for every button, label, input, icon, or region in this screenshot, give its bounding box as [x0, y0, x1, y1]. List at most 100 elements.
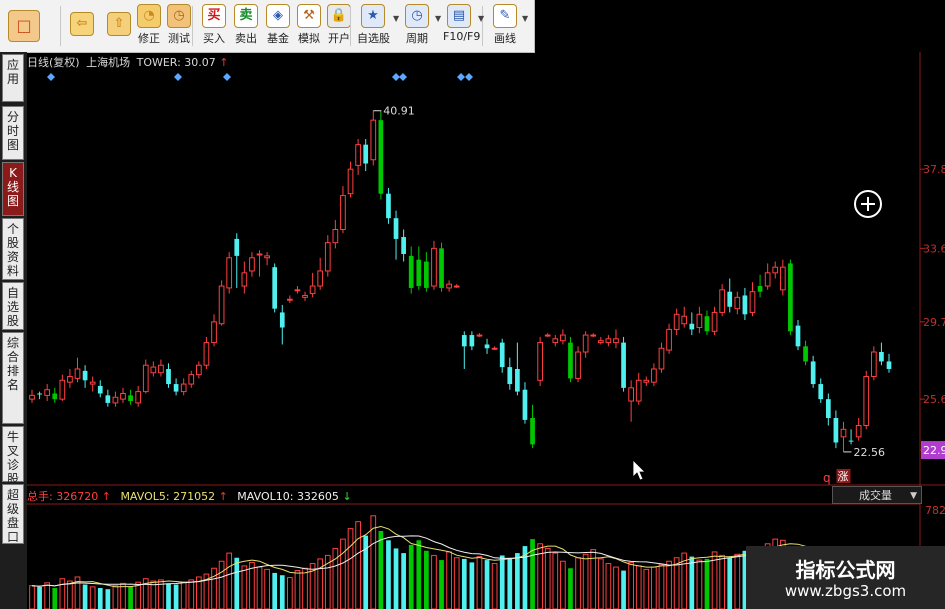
volume-indicator-dropdown[interactable]: 成交量 ▼ [832, 486, 922, 504]
side-tab-label: 牛叉诊股 [6, 430, 19, 486]
volume-bar [544, 547, 551, 609]
candle-body [29, 394, 35, 400]
candle-body [363, 144, 369, 164]
volume-bar [363, 535, 369, 609]
candle-body [779, 266, 786, 291]
watermark: 指标公式网 www.zbgs3.com [746, 546, 945, 609]
volume-bar [89, 586, 96, 609]
price-axis-label: 37.8 [923, 163, 945, 176]
high-price-label: 40.91 [383, 105, 415, 118]
candle-body [453, 285, 460, 288]
toolbar-button-10[interactable]: ★ 自选股 [357, 4, 390, 46]
toolbar-button-12[interactable]: ▤ F10/F9 [443, 4, 480, 43]
candle-body [879, 352, 884, 362]
candle-body [635, 379, 642, 402]
candle-body [582, 334, 589, 353]
candle-body [734, 296, 741, 310]
mavol5-value: 271052 [173, 490, 216, 503]
toolbar-button-label: 周期 [406, 32, 428, 45]
side-tab-1[interactable]: 分时图 [2, 106, 24, 160]
volume-bar [515, 553, 520, 609]
volume-bar [287, 577, 293, 609]
candle-body [203, 342, 210, 366]
side-tab-label: 自选股 [6, 286, 19, 328]
q-marker: q [823, 471, 831, 485]
toolbar-button-13[interactable]: ✎ 画线 [489, 4, 521, 46]
toolbar-button-4[interactable]: ◷ 测试 [163, 4, 195, 46]
volume-bar [52, 588, 58, 609]
candle-body [370, 119, 377, 161]
toolbar-button-3[interactable]: ◔ 修正 [133, 4, 165, 46]
toolbar-button-1[interactable]: ⇦ [66, 4, 98, 38]
volume-bar [173, 584, 179, 609]
candle-body [469, 335, 475, 347]
side-tab-0[interactable]: 应用 [2, 54, 24, 102]
candle-body [74, 368, 81, 379]
candle-body [673, 313, 680, 330]
f10-icon: ▤ [447, 4, 471, 28]
mouse-cursor-icon [632, 459, 646, 481]
toolbar-button-label: 自选股 [357, 32, 390, 45]
toolbar-button-2[interactable]: ⇧ [103, 4, 135, 38]
volume-bar [249, 561, 255, 609]
volume-bar [128, 586, 133, 609]
candle-body [658, 347, 665, 370]
watermark-url: www.zbgs3.com [784, 582, 907, 600]
toolbar-button-5[interactable]: 买买入 [198, 4, 230, 46]
volume-bar [378, 530, 384, 609]
side-tab-label: 分时图 [6, 110, 19, 152]
back-arrow-icon: ⇦ [70, 12, 94, 36]
toolbar-button-7[interactable]: ◈ 基金 [262, 4, 294, 46]
candle-body [431, 247, 437, 287]
candle-body [825, 399, 831, 418]
volume-bar [166, 583, 171, 609]
candle-body [408, 255, 414, 288]
candle-body [166, 368, 171, 385]
candle-body [112, 396, 119, 404]
up-marker: 涨 [837, 470, 848, 483]
candle-body [294, 289, 301, 292]
chevron-down-icon[interactable]: ▼ [435, 14, 441, 23]
chevron-down-icon[interactable]: ▼ [478, 14, 484, 23]
mavol5-label: MAVOL5: [120, 490, 170, 503]
signal-diamond-icon [223, 73, 231, 81]
toolbar-button-6[interactable]: 卖卖出 [230, 4, 262, 46]
toolbar-button-11[interactable]: ◷ 周期 [401, 4, 433, 46]
volume-bar [302, 567, 308, 609]
period-icon: ◷ [405, 4, 429, 28]
candle-body [150, 366, 157, 374]
volume-bar [279, 575, 285, 609]
volume-bar [97, 588, 103, 609]
side-tab-3[interactable]: 个股资料 [2, 218, 24, 280]
candle-body [173, 384, 179, 392]
volume-bar [582, 553, 589, 609]
period-label[interactable]: 日线(复权) [27, 56, 80, 69]
side-tab-6[interactable]: 牛叉诊股 [2, 426, 24, 486]
pen-icon: ✎ [493, 4, 517, 28]
side-tab-2[interactable]: K线图 [2, 162, 24, 216]
stock-chart[interactable]: 37.8 33.6 29.7 25.6 22.9 40.91 22.56 涨q 782 [27, 52, 945, 609]
volume-bar [211, 567, 217, 609]
toolbar-separator [60, 6, 61, 46]
chevron-down-icon[interactable]: ▼ [522, 14, 528, 23]
side-tab-7[interactable]: 超级盘口 [2, 484, 24, 544]
chevron-down-icon[interactable]: ▼ [393, 14, 399, 23]
toolbar-button-8[interactable]: ⚒ 模拟 [293, 4, 325, 46]
price-axis-label: 22.9 [923, 444, 945, 457]
candle-body [302, 294, 308, 298]
lock-icon: 🔒 [327, 4, 351, 28]
volume-bar [294, 570, 301, 609]
total-volume-label: 总手: [27, 490, 53, 503]
candle-body [749, 291, 756, 313]
candle-body [613, 338, 619, 344]
volume-bar [727, 557, 733, 609]
chart-header: 日线(复权) 上海机场 TOWER: 30.07 ↑ [27, 54, 229, 70]
candle-body [484, 344, 490, 349]
candle-body [234, 238, 240, 256]
candle-body [188, 374, 195, 385]
toolbar-button-0[interactable]: □ [4, 4, 44, 44]
signal-diamond-icon [465, 73, 473, 81]
candle-body [195, 364, 202, 376]
side-tab-5[interactable]: 综合排名 [2, 332, 24, 424]
side-tab-4[interactable]: 自选股 [2, 282, 24, 330]
